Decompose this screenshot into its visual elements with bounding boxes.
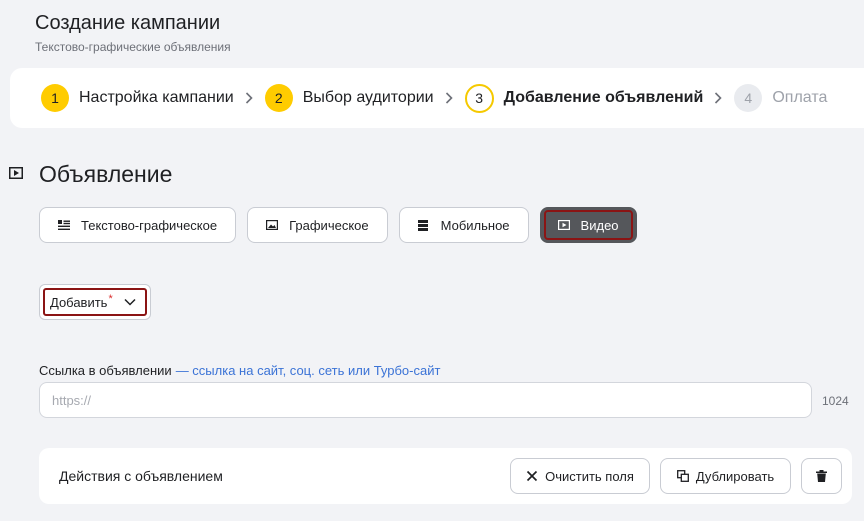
clear-fields-button[interactable]: Очистить поля [510,458,650,494]
step-campaign-settings[interactable]: 1 Настройка кампании [41,84,234,112]
trash-icon [815,470,828,482]
link-hint[interactable]: — ссылка на сайт, соц. сеть или Турбо-са… [176,363,441,378]
tab-label: Мобильное [440,217,510,233]
section-title: Объявление [39,161,173,187]
step-payment[interactable]: 4 Оплата [734,84,827,112]
image-icon [266,219,279,231]
link-field-label: Ссылка в объявлении — ссылка на сайт, соц… [39,363,440,378]
page-title: Создание кампании [35,12,221,34]
chevron-right-icon [714,92,722,104]
step-label: Добавление объявлений [503,89,704,106]
tab-mobile[interactable]: Мобильное [398,207,529,243]
step-number: 2 [264,84,293,112]
clear-fields-label: Очистить поля [545,468,634,484]
chevron-right-icon [445,92,453,104]
link-url-input[interactable] [39,382,812,418]
ad-actions-bar: Действия с объявлением Очистить поля Дуб… [39,448,852,504]
add-dropdown[interactable]: Добавить * [39,284,151,320]
duplicate-icon [676,470,689,482]
mobile-icon [417,219,430,231]
step-number: 4 [734,84,763,112]
ad-type-tabs: Текстово-графическое Графическое Мобильн… [39,207,648,243]
duplicate-label: Дублировать [695,468,775,484]
tab-label: Видео [580,217,619,233]
delete-button[interactable] [801,458,842,494]
step-label: Выбор аудитории [302,89,434,106]
tab-video[interactable]: Видео [539,207,637,243]
page-subtitle: Текстово-графические объявления [35,40,231,54]
step-number: 1 [41,84,69,112]
play-square-icon [9,166,23,179]
step-add-ads[interactable]: 3 Добавление объявлений [464,83,704,113]
text-image-icon [58,219,70,231]
chevron-right-icon [245,92,253,104]
close-icon [526,470,538,482]
step-label: Оплата [772,89,828,106]
step-label: Настройка кампании [79,89,234,106]
actions-title: Действия с объявлением [59,468,223,484]
tab-text-image[interactable]: Текстово-графическое [39,207,237,243]
duplicate-button[interactable]: Дублировать [660,458,791,494]
link-label-text: Ссылка в объявлении [39,363,172,378]
required-mark: * [108,293,113,305]
step-audience[interactable]: 2 Выбор аудитории [264,84,434,112]
campaign-stepper: 1 Настройка кампании 2 Выбор аудитории 3… [10,68,864,128]
tab-label: Текстово-графическое [81,217,218,233]
tab-video-highlight: Видео [543,210,633,240]
tab-image[interactable]: Графическое [247,207,388,243]
tab-label: Графическое [289,217,369,233]
add-dropdown-highlight: Добавить * [43,288,147,316]
step-number: 3 [464,83,494,113]
video-icon [557,219,570,231]
add-dropdown-label: Добавить [50,294,108,310]
char-limit-counter: 1024 [822,394,849,408]
chevron-down-icon [124,298,136,306]
